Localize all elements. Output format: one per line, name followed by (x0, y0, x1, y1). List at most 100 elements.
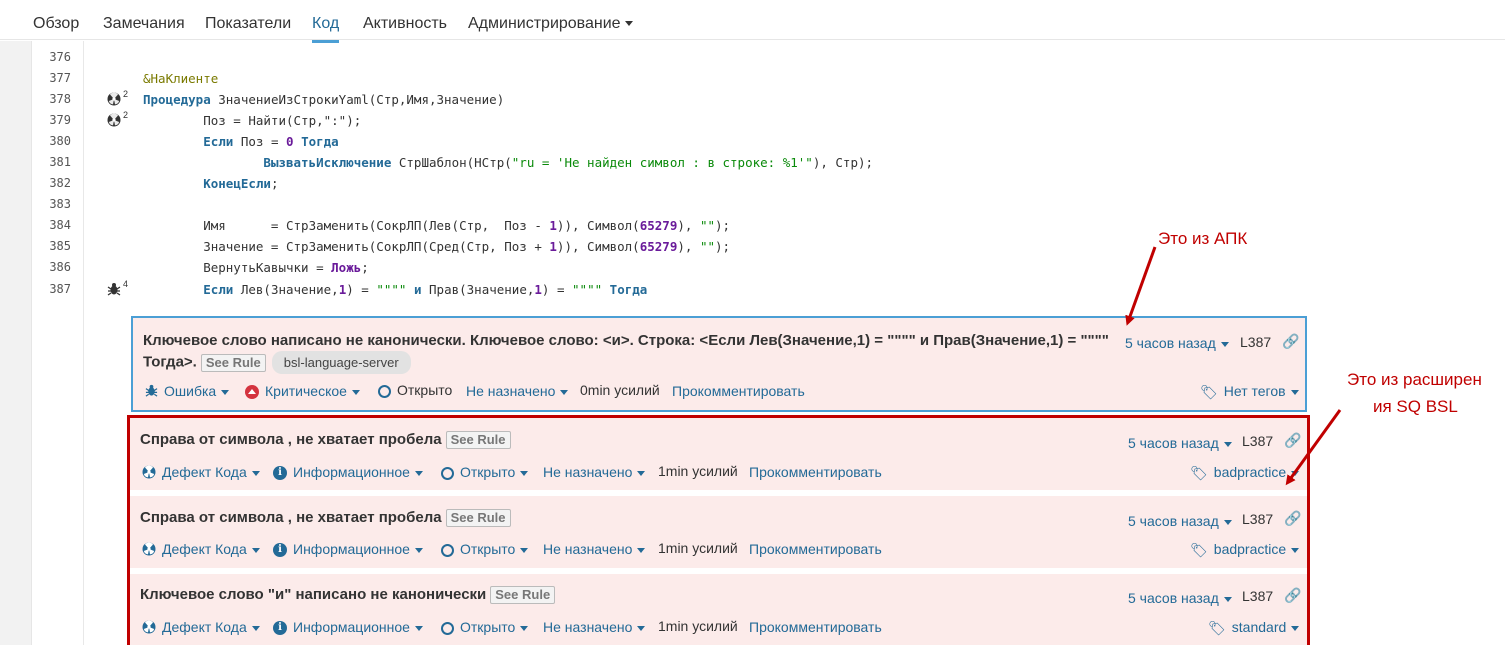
chevron-down-icon (520, 470, 529, 476)
line-number[interactable]: 383 (33, 194, 71, 215)
chevron-down-icon (351, 389, 360, 395)
issue-line[interactable]: L387 (1242, 433, 1273, 449)
critical-severity-icon (245, 385, 259, 400)
line-number[interactable]: 379 (33, 110, 71, 131)
code-text: ВернутьКавычки = Ложь; (143, 260, 369, 275)
open-status-icon (378, 384, 391, 398)
chevron-down-icon (1223, 596, 1232, 602)
nav-administration-label: Администрирование (468, 15, 621, 32)
issue-severity[interactable]: i Информационное (273, 619, 423, 636)
line-number[interactable]: 384 (33, 215, 71, 236)
code-smell-icon (142, 620, 156, 637)
link-icon[interactable]: 🔗 (1284, 587, 1301, 604)
link-icon[interactable]: 🔗 (1282, 333, 1299, 350)
nav-activity[interactable]: Активность (363, 15, 447, 33)
code-line: 377 &НаКлиенте (33, 68, 1505, 89)
issue-card[interactable]: Ключевое слово написано не канонически. … (131, 316, 1307, 412)
issue-title[interactable]: Ключевое слово "и" написано не каноничес… (140, 584, 556, 605)
issue-severity[interactable]: Критическое (245, 383, 360, 400)
line-number[interactable]: 381 (33, 152, 71, 173)
issue-status[interactable]: Открыто (441, 464, 529, 480)
issue-type[interactable]: Ошибка (145, 383, 230, 400)
code-text: КонецЕсли; (203, 176, 279, 191)
code-text: &НаКлиенте (143, 71, 219, 86)
open-status-icon (441, 543, 454, 557)
chevron-down-icon (1291, 470, 1300, 476)
issue-type[interactable]: Дефект Кода (142, 541, 260, 559)
issue-status[interactable]: Открыто (441, 619, 529, 635)
chevron-down-icon (414, 625, 423, 631)
bug-icon[interactable]: 4 (107, 279, 128, 298)
issue-effort: 1min усилий (658, 540, 738, 556)
issue-assignee[interactable]: Не назначено (543, 619, 646, 635)
chevron-down-icon (560, 389, 569, 395)
line-number[interactable]: 377 (33, 68, 71, 89)
issue-type[interactable]: Дефект Кода (142, 464, 260, 482)
line-number[interactable]: 376 (33, 47, 71, 68)
line-number[interactable]: 385 (33, 236, 71, 257)
see-rule-button[interactable]: See Rule (445, 509, 511, 528)
code-line: 382 КонецЕсли; (33, 173, 1505, 194)
link-icon[interactable]: 🔗 (1284, 510, 1301, 527)
issue-tags[interactable]: 🏷 badpractice (1190, 541, 1300, 559)
radiation-icon[interactable]: 2 (107, 89, 128, 108)
comment-link[interactable]: Прокомментировать (672, 383, 805, 399)
see-rule-button[interactable]: See Rule (490, 586, 556, 605)
code-line: 384 Имя = СтрЗаменить(СокрЛП(Лев(Стр, По… (33, 215, 1505, 236)
issue-tags[interactable]: 🏷 Нет тегов (1200, 383, 1299, 401)
info-icon: i (273, 543, 287, 558)
issue-tags[interactable]: 🏷 badpractice (1190, 464, 1300, 482)
comment-link[interactable]: Прокомментировать (749, 464, 882, 480)
issue-title[interactable]: Ключевое слово написано не канонически. … (143, 330, 1123, 374)
issue-title[interactable]: Справа от символа , не хватает пробела Se… (140, 507, 511, 528)
issue-title[interactable]: Справа от символа , не хватает пробела Se… (140, 429, 511, 450)
comment-link[interactable]: Прокомментировать (749, 619, 882, 635)
issue-line[interactable]: L387 (1240, 334, 1271, 350)
code-line: 383 (33, 194, 1505, 215)
issue-card[interactable]: Справа от символа , не хватает пробела Se… (130, 418, 1307, 490)
chevron-down-icon (520, 547, 529, 553)
issue-assignee[interactable]: Не назначено (466, 383, 569, 399)
issue-severity[interactable]: i Информационное (273, 464, 423, 481)
chevron-down-icon (520, 625, 529, 631)
issue-time[interactable]: 5 часов назад (1128, 590, 1232, 606)
issue-time[interactable]: 5 часов назад (1125, 335, 1229, 351)
issue-card[interactable]: Справа от символа , не хватает пробела Se… (130, 496, 1307, 568)
issue-status[interactable]: Открыто (441, 541, 529, 557)
issue-assignee[interactable]: Не назначено (543, 541, 646, 557)
see-rule-button[interactable]: See Rule (200, 353, 266, 372)
line-number[interactable]: 380 (33, 131, 71, 152)
radiation-icon[interactable]: 2 (107, 110, 128, 129)
nav-issues[interactable]: Замечания (103, 15, 185, 33)
issue-type[interactable]: Дефект Кода (142, 619, 260, 637)
issue-effort: 0min усилий (580, 382, 660, 398)
chevron-down-icon (1291, 625, 1300, 631)
issue-time[interactable]: 5 часов назад (1128, 513, 1232, 529)
line-number[interactable]: 387 (33, 279, 71, 300)
code-smell-icon (142, 465, 156, 482)
link-icon[interactable]: 🔗 (1284, 432, 1301, 449)
issue-tags[interactable]: 🏷 standard (1208, 619, 1300, 637)
comment-link[interactable]: Прокомментировать (749, 541, 882, 557)
issue-line[interactable]: L387 (1242, 588, 1273, 604)
issue-assignee[interactable]: Не назначено (543, 464, 646, 480)
see-rule-button[interactable]: See Rule (445, 431, 511, 450)
nav-overview[interactable]: Обзор (33, 15, 79, 33)
code-text: Имя = СтрЗаменить(СокрЛП(Лев(Стр, Поз - … (143, 218, 731, 233)
issue-status[interactable]: Открыто (378, 382, 452, 398)
line-number[interactable]: 378 (33, 89, 71, 110)
code-text: Значение = СтрЗаменить(СокрЛП(Сред(Стр, … (143, 239, 731, 254)
nav-administration[interactable]: Администрирование (468, 15, 633, 33)
open-status-icon (441, 621, 454, 635)
issue-time[interactable]: 5 часов назад (1128, 435, 1232, 451)
line-number[interactable]: 386 (33, 257, 71, 278)
line-number[interactable]: 382 (33, 173, 71, 194)
nav-measures[interactable]: Показатели (205, 15, 291, 33)
issue-severity[interactable]: i Информационное (273, 541, 423, 558)
issue-card[interactable]: Ключевое слово "и" написано не каноничес… (130, 574, 1307, 645)
nav-code[interactable]: Код (312, 15, 340, 43)
open-status-icon (441, 466, 454, 480)
issue-line[interactable]: L387 (1242, 511, 1273, 527)
tag-icon: 🏷 (1190, 541, 1208, 558)
chevron-down-icon (221, 389, 230, 395)
